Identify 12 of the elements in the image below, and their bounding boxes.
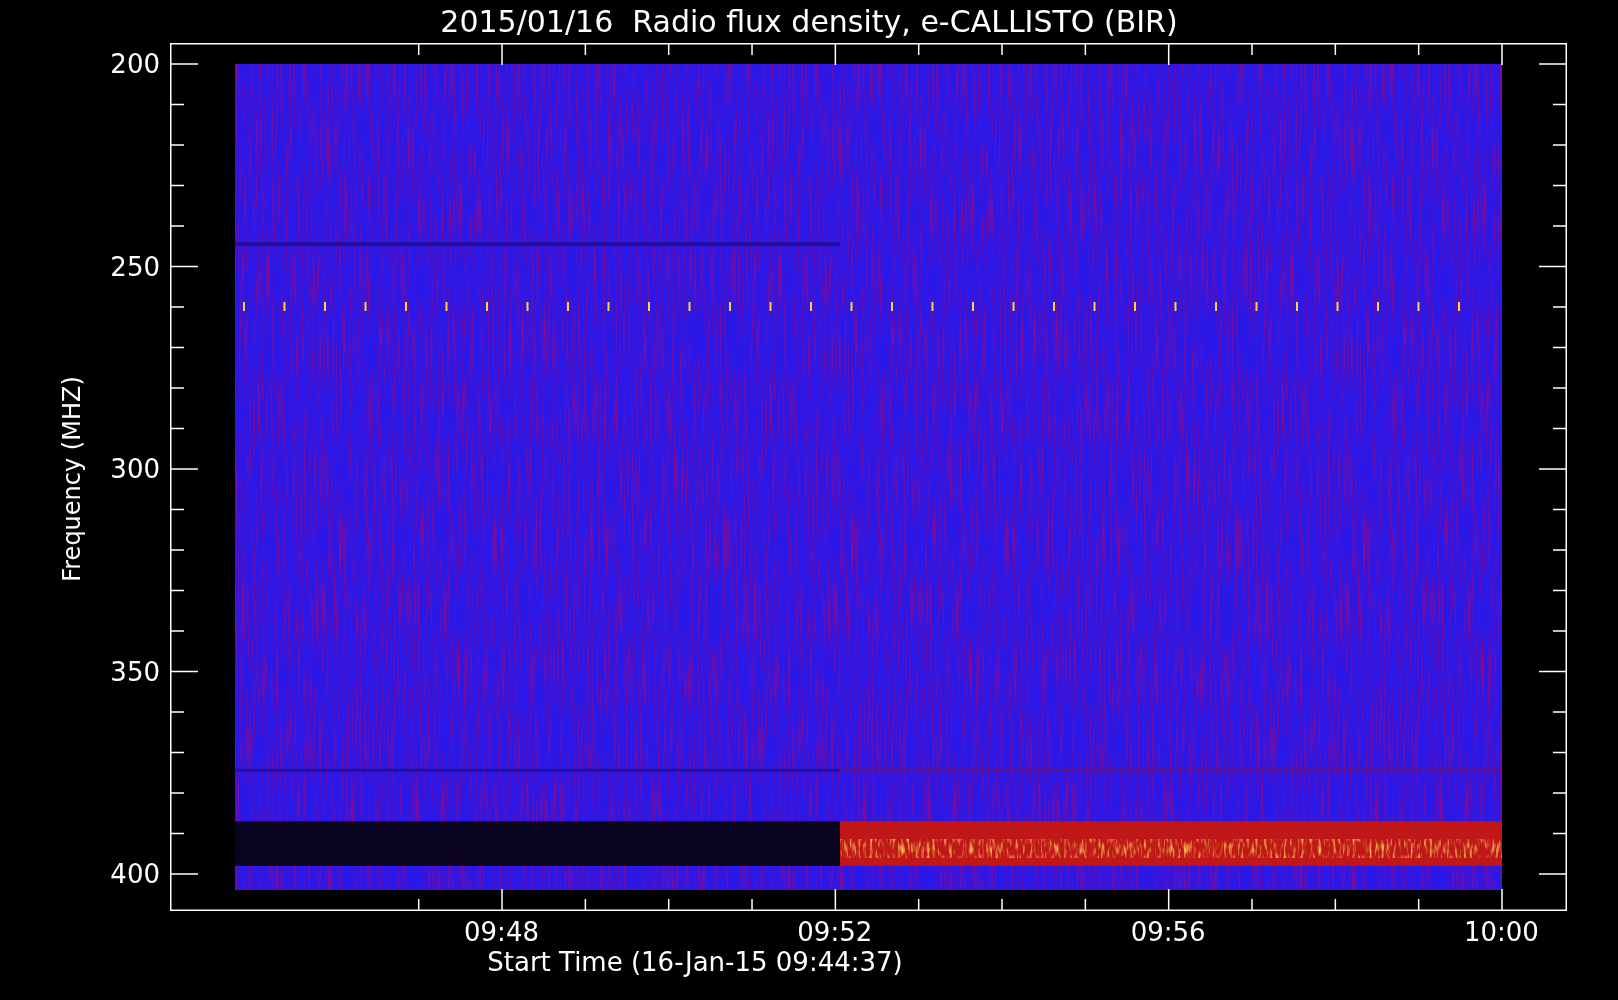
x-tick-label: 10:00 — [1463, 917, 1539, 947]
x-tick-label: 09:56 — [1130, 917, 1206, 947]
y-tick-label: 350 — [110, 656, 160, 687]
y-tick-label: 400 — [110, 859, 160, 889]
y-tick-label: 200 — [110, 49, 160, 79]
x-axis-label: Start Time (16-Jan-15 09:44:37) — [487, 947, 903, 977]
x-tick-label: 09:52 — [797, 917, 873, 947]
x-tick-label: 09:48 — [464, 917, 539, 947]
y-tick-label: 300 — [110, 454, 160, 484]
y-axis-label: Frequency (MHZ) — [58, 376, 86, 582]
y-tick-label: 250 — [110, 251, 160, 282]
chart-title: 2015/01/16 Radio flux density, e-CALLISTO (BIR) — [440, 4, 1178, 39]
